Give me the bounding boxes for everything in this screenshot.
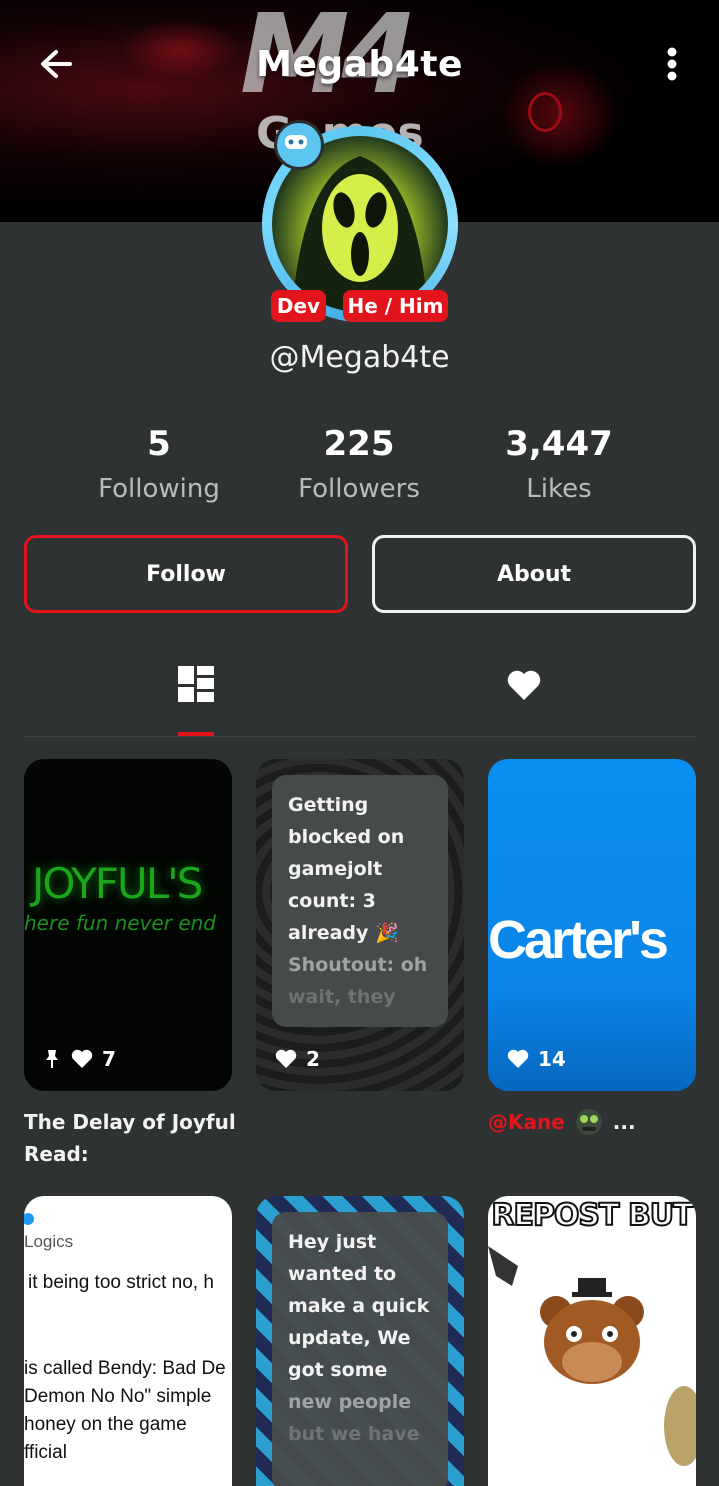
post-text-line: already 🎉 [288,922,399,944]
level-badge-icon [274,120,324,170]
tab-selected-indicator [178,732,214,736]
screenshot-text: is called Bendy: Bad De [24,1358,226,1379]
verified-badge-icon [24,1213,34,1225]
post-text-line: update, We [288,1327,411,1349]
post-caption: The Delay of Joyful Read: [24,1110,236,1166]
stat-followers[interactable]: 225 Followers [259,424,459,504]
post-text-preview: Getting blocked on gamejolt count: 3 alr… [272,775,448,1027]
screenshot-text: Demon No No" simple [24,1386,212,1407]
like-count: 14 [538,1047,566,1071]
post-text-line: wait, they [288,986,396,1008]
stat-likes: 3,447 Likes [459,424,659,504]
like-count: 2 [306,1047,320,1071]
screenshot-text: fficial [24,1442,67,1463]
post-text-line: but we have [288,1423,420,1445]
dev-tag: Dev [271,290,326,322]
heart-icon [275,1049,297,1068]
post-text-line: Hey just [288,1231,377,1253]
stat-value: 3,447 [505,424,613,464]
username-handle: @Megab4te [269,340,450,375]
post-card[interactable]: Getting blocked on gamejolt count: 3 alr… [256,759,464,1091]
post-text-line: new people [288,1391,412,1413]
post-text-line: blocked on [288,826,405,848]
post-card[interactable]: Hey just wanted to make a quick update, … [256,1196,464,1486]
screenshot-text: Logics [24,1232,74,1251]
banner-eye [528,92,562,132]
pronouns-tag: He / Him [343,290,448,322]
stat-following[interactable]: 5 Following [59,424,259,504]
tab-liked[interactable] [474,640,574,732]
post-text-line: Getting [288,794,369,816]
screenshot-text: honey on the game [24,1414,187,1435]
post-text-line: got some [288,1359,388,1381]
profile-tabs [24,640,696,737]
post-text-line: count: 3 [288,890,376,912]
post-text-preview: Hey just wanted to make a quick update, … [272,1212,448,1486]
post-meta: 14 [506,1047,566,1071]
stat-label: Followers [298,474,420,504]
post-image-text: REPOST BUT [490,1197,694,1234]
back-arrow-icon [41,50,72,78]
post-card[interactable]: Logics it being too strict no, h is call… [24,1196,232,1486]
mentioned-user-link[interactable]: @Kane [488,1106,565,1138]
heart-icon [507,1049,529,1068]
more-options-button[interactable] [656,44,688,88]
stat-label: Following [98,474,220,504]
post-card[interactable]: Carter's 14 [488,759,696,1091]
stat-value: 225 [323,424,395,464]
post-text-line: make a quick [288,1295,430,1317]
post-image-text: Carter's [488,910,669,970]
stat-value: 5 [147,424,171,464]
post-meta: 7 [42,1047,116,1071]
freddy-bear-image [488,1246,696,1466]
post-caption[interactable]: @Kane ... [488,1106,698,1138]
post-card[interactable]: REPOST BUT [488,1196,696,1486]
post-text-line: wanted to [288,1263,397,1285]
like-count: 7 [102,1047,116,1071]
kebab-menu-icon [667,47,677,81]
follow-button[interactable]: Follow [24,535,348,613]
back-button[interactable] [34,44,78,88]
heart-icon [507,670,541,700]
post-meta: 2 [274,1047,320,1071]
stat-label: Likes [526,474,592,504]
post-text-line: gamejolt [288,858,383,880]
about-button[interactable]: About [372,535,696,613]
page-title: Megab4te [256,44,463,85]
heart-icon [71,1049,93,1068]
post-image-text: JOYFUL'S [32,859,203,908]
posts-grid-icon [178,666,214,702]
post-card[interactable]: JOYFUL'S here fun never end 7 [24,759,232,1091]
screenshot-text: it being too strict no, h [28,1272,214,1293]
tab-posts[interactable] [146,640,246,732]
user-avatar-icon [575,1109,602,1135]
pin-icon [46,1050,58,1068]
caption-more: ... [612,1110,636,1134]
post-text-line: Shoutout: oh [288,954,428,976]
post-image-subtext: here fun never end [24,911,216,935]
